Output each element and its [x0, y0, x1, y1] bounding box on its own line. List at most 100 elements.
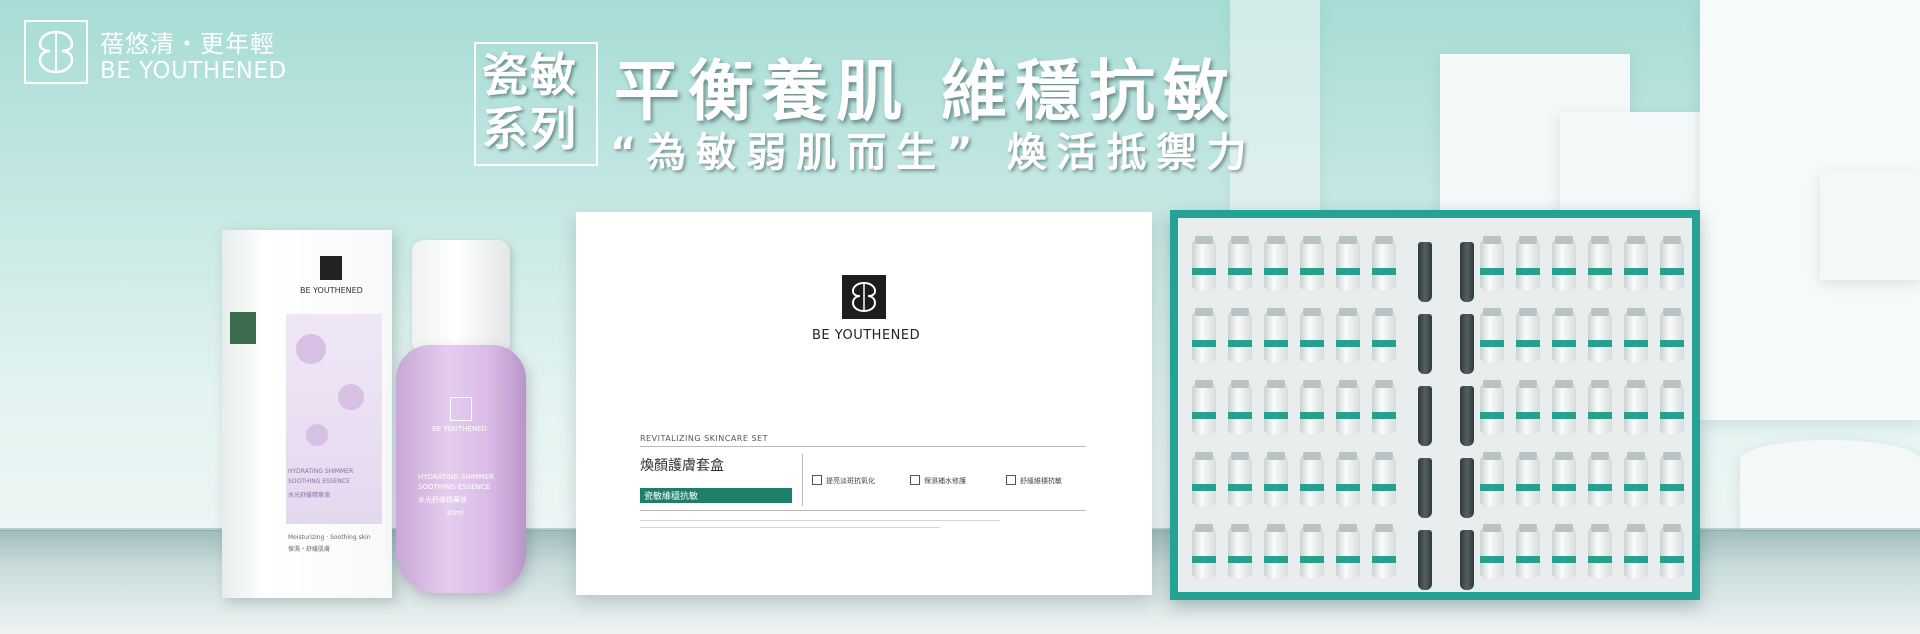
giftbox-brand: BE YOUTHENED: [812, 328, 921, 343]
ampoule-vial: [1624, 308, 1648, 362]
giftbox-label-bar: 瓷敏維穩抗敏: [640, 488, 792, 503]
vial-cap: [1627, 380, 1645, 388]
ampoule-vial: [1516, 236, 1540, 290]
vial-label: [1480, 556, 1504, 563]
carton-name-cn: 水光舒緩精華液: [288, 492, 331, 499]
dropper: [1418, 242, 1432, 302]
ampoule-vial: [1660, 524, 1684, 578]
ampoule-vial: [1192, 452, 1216, 506]
series-label-line2: 系列: [482, 102, 578, 156]
vial-cap: [1591, 236, 1609, 244]
check-icon: [1006, 475, 1016, 485]
vial-label: [1516, 556, 1540, 563]
ampoule-vial: [1300, 452, 1324, 506]
ampoule-vial: [1264, 452, 1288, 506]
essence-carton: BE YOUTHENED HYDRATING SHIMMER SOOTHING …: [222, 230, 392, 598]
ampoule-vial: [1300, 524, 1324, 578]
ampoule-vial: [1228, 236, 1252, 290]
vial-cap: [1195, 236, 1213, 244]
vial-cap: [1483, 380, 1501, 388]
vial-label: [1660, 556, 1684, 563]
vial-label: [1588, 340, 1612, 347]
ampoule-vial: [1588, 380, 1612, 434]
vial-label: [1264, 268, 1288, 275]
vial-cap: [1555, 452, 1573, 460]
vial-cap: [1663, 452, 1681, 460]
vial-label: [1264, 340, 1288, 347]
series-label-line1: 瓷敏: [482, 48, 578, 102]
ampoule-tray-inner: [1178, 218, 1692, 592]
vial-label: [1300, 412, 1324, 419]
vial-label: [1300, 340, 1324, 347]
vial-label: [1660, 340, 1684, 347]
vial-cap: [1231, 308, 1249, 316]
carton-tagline-cn: 保濕・舒緩肌膚: [288, 546, 331, 553]
dropper: [1418, 458, 1432, 518]
bottle-name-en-1: HYDRATING SHIMMER: [418, 473, 495, 481]
ampoule-vial: [1480, 524, 1504, 578]
vial-label: [1480, 484, 1504, 491]
vial-cap: [1663, 524, 1681, 532]
giftbox-feature-1: 提亮淡斑抗氧化: [826, 477, 875, 485]
giftbox-feature-3: 舒緩維穩抗敏: [1020, 477, 1062, 485]
ampoule-vial: [1516, 524, 1540, 578]
vial-label: [1228, 484, 1252, 491]
vial-cap: [1375, 380, 1393, 388]
carton-brand: BE YOUTHENED: [300, 286, 363, 295]
bottle-volume: 30ml: [446, 509, 464, 517]
vial-cap: [1555, 236, 1573, 244]
vial-cap: [1267, 524, 1285, 532]
ampoule-vial: [1588, 452, 1612, 506]
vial-label: [1552, 556, 1576, 563]
ampoule-vial: [1300, 308, 1324, 362]
vial-cap: [1663, 236, 1681, 244]
vial-cap: [1591, 380, 1609, 388]
vial-cap: [1519, 524, 1537, 532]
vial-cap: [1303, 308, 1321, 316]
vial-label: [1192, 340, 1216, 347]
vial-label: [1624, 484, 1648, 491]
vial-label: [1588, 484, 1612, 491]
vial-label: [1516, 484, 1540, 491]
vial-cap: [1339, 380, 1357, 388]
vial-cap: [1267, 236, 1285, 244]
ampoule-vial: [1516, 308, 1540, 362]
vial-label: [1372, 556, 1396, 563]
vial-label: [1264, 412, 1288, 419]
vial-cap: [1339, 236, 1357, 244]
carton-name-en-1: HYDRATING SHIMMER: [288, 468, 354, 475]
vial-cap: [1231, 236, 1249, 244]
ampoule-vial: [1264, 236, 1288, 290]
giftbox-feature-2: 保濕補水修護: [924, 477, 966, 485]
vial-label: [1372, 484, 1396, 491]
ampoule-vial: [1336, 452, 1360, 506]
vial-label: [1660, 412, 1684, 419]
vial-label: [1552, 268, 1576, 275]
gift-box: BE YOUTHENED REVITALIZING SKINCARE SET 煥…: [576, 212, 1152, 595]
vial-cap: [1663, 308, 1681, 316]
carton-logo-icon: [320, 256, 342, 280]
vial-label: [1552, 340, 1576, 347]
vial-cap: [1591, 524, 1609, 532]
vial-label: [1624, 268, 1648, 275]
giftbox-fine-print: [640, 520, 1000, 521]
vial-cap: [1195, 524, 1213, 532]
ampoule-vial: [1372, 308, 1396, 362]
vial-cap: [1195, 308, 1213, 316]
vial-cap: [1339, 452, 1357, 460]
molecule-dot: [296, 334, 326, 364]
vial-label: [1264, 556, 1288, 563]
ampoule-vial: [1552, 380, 1576, 434]
vial-cap: [1519, 236, 1537, 244]
ampoule-vial: [1624, 380, 1648, 434]
vial-label: [1300, 268, 1324, 275]
vial-cap: [1375, 308, 1393, 316]
banner: 蓓悠清・更年輕 BE YOUTHENED 瓷敏 系列 平衡養肌 維穩抗敏 “為敏…: [0, 0, 1920, 634]
vial-cap: [1195, 452, 1213, 460]
dropper: [1418, 314, 1432, 374]
vial-label: [1336, 268, 1360, 275]
headline-sub: “為敏弱肌而生” 煥活抵禦力: [610, 130, 1257, 176]
vial-cap: [1483, 524, 1501, 532]
ampoule-vial: [1372, 236, 1396, 290]
dropper: [1460, 242, 1474, 302]
